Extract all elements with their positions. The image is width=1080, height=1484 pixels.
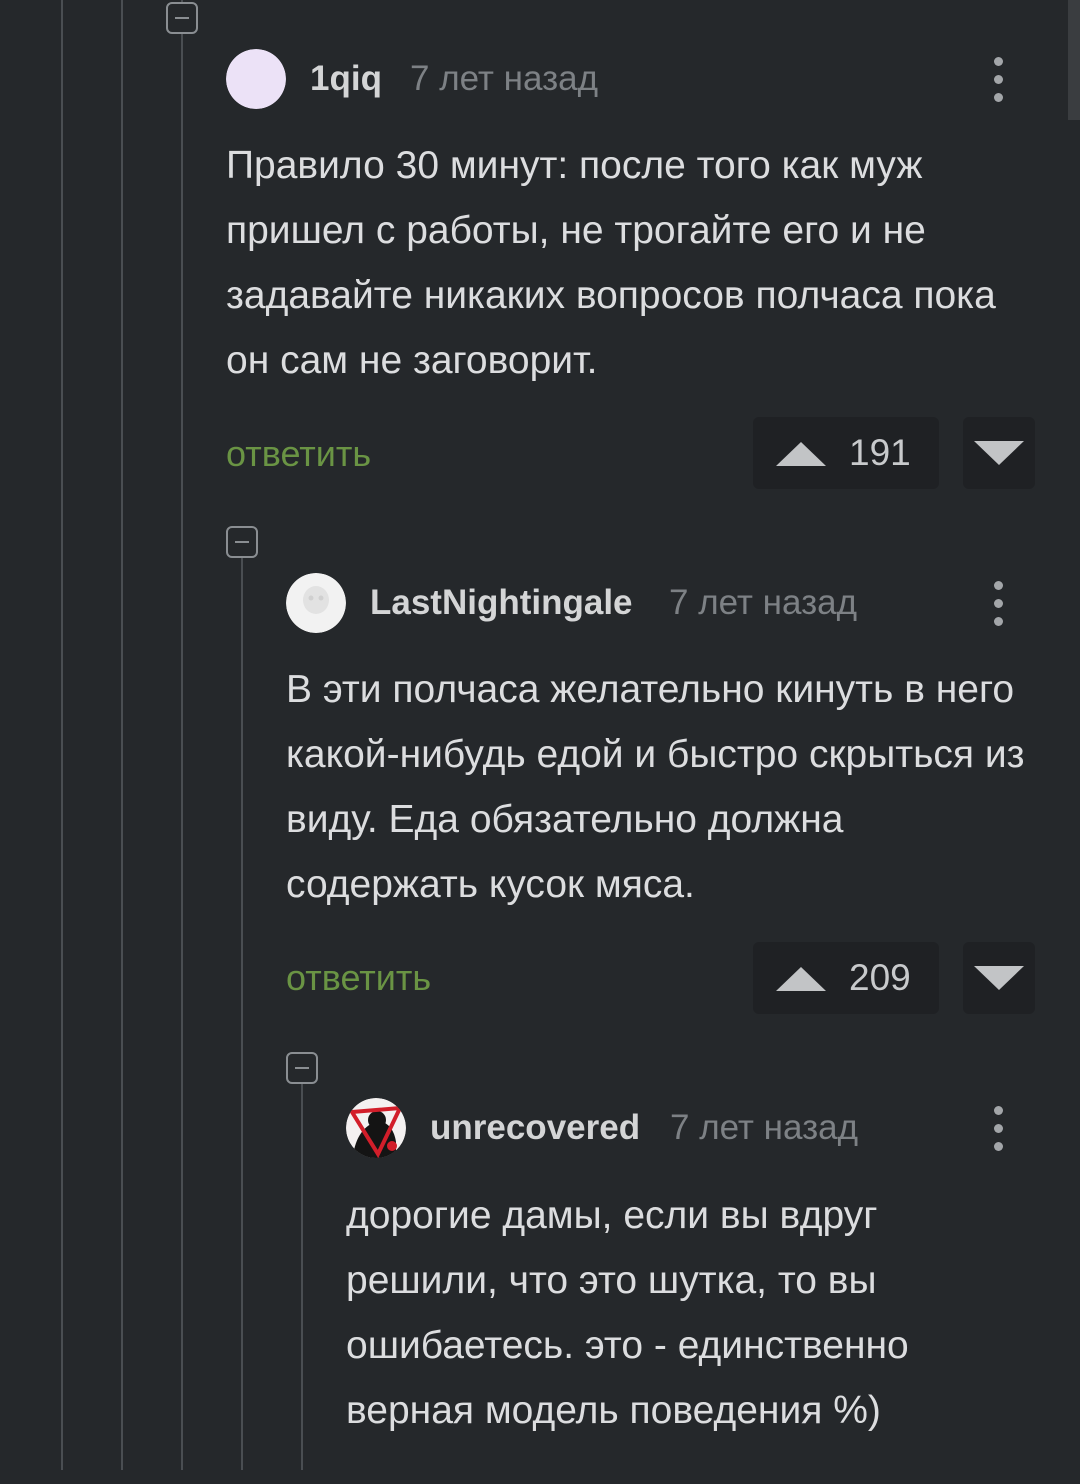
upvote-button[interactable]: 209 — [753, 942, 939, 1014]
comment-body: дорогие дамы, если вы вдруг решили, что … — [346, 1194, 909, 1432]
red-silhouette-avatar-icon — [346, 1098, 406, 1158]
more-options-icon[interactable] — [984, 1101, 1014, 1157]
vote-count: 209 — [849, 957, 911, 998]
avatar[interactable] — [226, 49, 286, 109]
collapse-thread-button[interactable] — [166, 2, 198, 34]
comment-username[interactable]: unrecovered — [430, 1108, 640, 1148]
white-ghost-avatar-icon — [286, 573, 346, 633]
thread-line — [121, 0, 123, 1470]
avatar[interactable] — [286, 573, 346, 633]
arrow-up-icon — [776, 442, 826, 466]
comment-body: Правило 30 минут: после того как муж при… — [226, 144, 996, 382]
downvote-button[interactable] — [963, 942, 1035, 1014]
comments-thread: 1qiq 7 лет назад Правило 30 минут: после… — [0, 0, 1080, 1484]
comment-timestamp: 7 лет назад — [670, 1108, 859, 1147]
more-options-icon[interactable] — [984, 52, 1014, 108]
thread-line — [301, 1080, 303, 1470]
reply-link[interactable]: ответить — [226, 434, 371, 474]
thread-line — [61, 0, 63, 1470]
thread-line — [181, 0, 183, 1470]
comment-timestamp: 7 лет назад — [410, 59, 599, 98]
reply-link[interactable]: ответить — [286, 958, 431, 998]
arrow-down-icon — [974, 966, 1024, 990]
upvote-button[interactable]: 191 — [753, 417, 939, 489]
comment-username[interactable]: 1qiq — [310, 59, 382, 99]
collapse-thread-button[interactable] — [226, 526, 258, 558]
downvote-button[interactable] — [963, 417, 1035, 489]
collapse-thread-button[interactable] — [286, 1052, 318, 1084]
arrow-up-icon — [776, 967, 826, 991]
comment-body: В эти полчаса желательно кинуть в него к… — [286, 668, 1025, 906]
lavender-circle-avatar-icon — [226, 49, 286, 109]
comment-username[interactable]: LastNightingale — [370, 583, 633, 623]
vote-count: 191 — [849, 432, 911, 473]
scrollbar[interactable] — [1068, 0, 1080, 120]
more-options-icon[interactable] — [984, 576, 1014, 632]
comment-timestamp: 7 лет назад — [669, 583, 858, 622]
avatar[interactable] — [346, 1098, 406, 1158]
arrow-down-icon — [974, 441, 1024, 465]
thread-line — [241, 556, 243, 1470]
